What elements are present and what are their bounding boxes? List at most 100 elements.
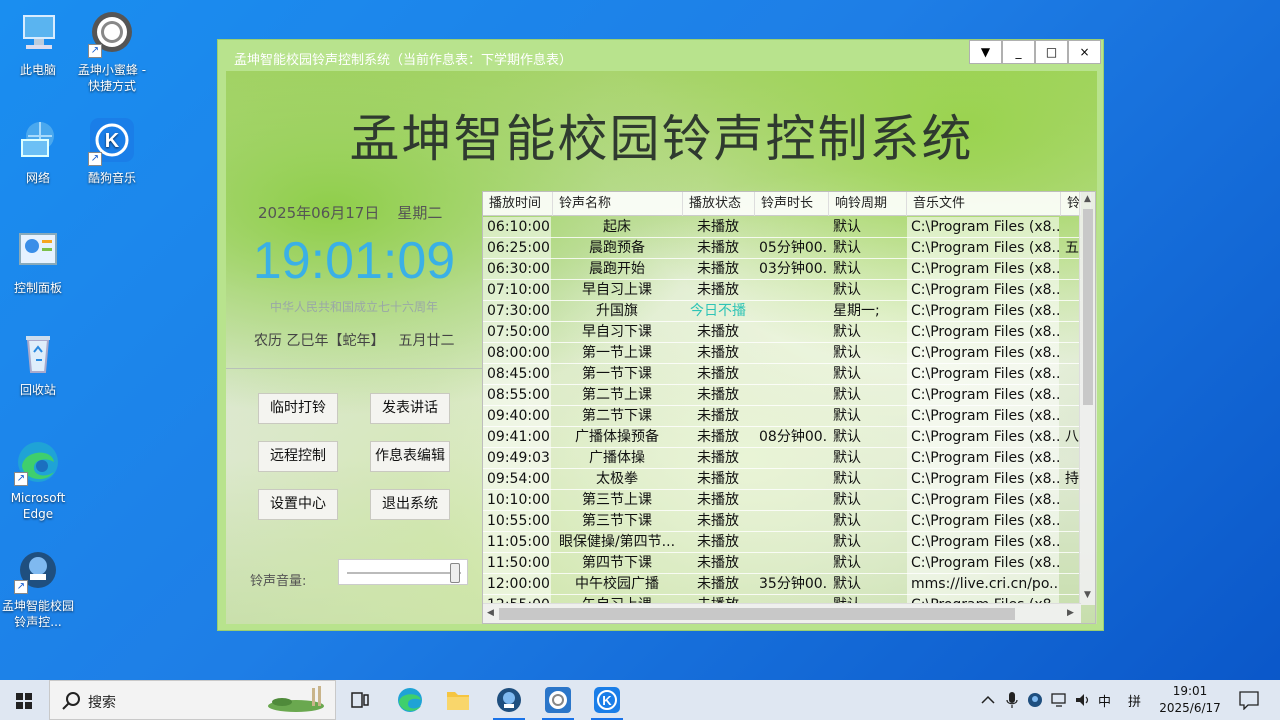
shortcut-arrow-icon: ↗ <box>88 44 102 58</box>
desktop-icon-kugou[interactable]: K ↗ 酷狗音乐 <box>74 118 150 186</box>
maximize-button[interactable]: □ <box>1035 40 1068 64</box>
dropdown-button[interactable]: ▼ <box>969 40 1002 64</box>
speech-button[interactable]: 发表讲话 <box>370 393 450 424</box>
table-row[interactable]: 10:10:00 第三节上课 未播放 默认 C:\Program Files (x8..… <box>483 490 1081 511</box>
cell-time: 07:30:00 <box>483 301 551 322</box>
volume-slider[interactable] <box>338 559 468 585</box>
cell-time: 10:10:00 <box>483 490 551 511</box>
desktop-icon-edge[interactable]: ↗ Microsoft Edge <box>0 438 76 522</box>
cell-extra <box>1061 448 1081 469</box>
scroll-up-arrow-icon[interactable]: ▲ <box>1084 194 1091 204</box>
cell-time: 09:54:00 <box>483 469 551 490</box>
show-hidden-icons-chevron-up-icon[interactable] <box>980 692 996 708</box>
table-row[interactable]: 09:41:00 广播体操预备 未播放 08分钟00... 默认 C:\Program F… <box>483 427 1081 448</box>
desktop-icon-label: 网络 <box>25 171 50 185</box>
cell-status: 未播放 <box>697 408 739 424</box>
cell-duration: 03分钟00... <box>759 261 827 277</box>
start-button[interactable] <box>0 680 48 720</box>
close-button[interactable]: × <box>1068 40 1101 64</box>
scroll-left-arrow-icon[interactable]: ◀ <box>487 608 494 618</box>
table-row[interactable]: 12:55:00午自习上课未播放 默认C:\Program Files (x8..… <box>483 595 1081 603</box>
scroll-right-arrow-icon[interactable]: ▶ <box>1067 608 1074 618</box>
bell-system-tray-icon[interactable] <box>1027 691 1043 709</box>
cell-duration <box>755 406 827 427</box>
microphone-icon[interactable] <box>1004 691 1020 709</box>
cell-duration <box>755 532 827 553</box>
cell-extra <box>1061 364 1081 385</box>
network-status-icon[interactable] <box>1050 692 1068 708</box>
banner-title: 孟坤智能校园铃声控制系统 <box>349 110 974 168</box>
column-header[interactable]: 铃声时长 <box>755 192 829 216</box>
edge-icon: ↗ <box>14 438 62 486</box>
table-row[interactable]: 12:00:00 中午校园广播 未播放 35分钟00... 默认 mms://live.c… <box>483 574 1081 595</box>
taskbar-search[interactable]: 搜索 <box>49 680 336 720</box>
taskbar-kugou[interactable]: K <box>583 680 631 720</box>
schedule-table[interactable]: 播放时间 铃声名称 播放状态 铃声时长 响铃周期 音乐文件铃 06:10:00 起床 未播放默… <box>482 191 1096 624</box>
vertical-scrollbar[interactable]: ▲ ▼ <box>1079 192 1095 605</box>
cell-extra <box>1061 532 1081 553</box>
horizontal-scrollbar[interactable]: ◀ ▶ <box>483 603 1081 623</box>
desktop-icon-control-panel[interactable]: 控制面板 <box>0 228 76 296</box>
table-row[interactable]: 09:40:00 第二节下课 未播放 默认 C:\Program Files (x8..… <box>483 406 1081 427</box>
desktop-icon-bee-shortcut[interactable]: ↗ 孟坤小蜜蜂 - 快捷方式 <box>74 10 150 94</box>
vertical-scroll-thumb[interactable] <box>1083 209 1093 405</box>
taskbar-file-explorer[interactable] <box>434 680 482 720</box>
taskbar-bell-system[interactable] <box>485 680 533 720</box>
desktop-icon-network[interactable]: 网络 <box>0 118 76 186</box>
table-row[interactable]: 06:30:00 晨跑开始 未播放 03分钟00... 默认 C:\Program Fil… <box>483 259 1081 280</box>
column-header[interactable]: 铃声名称 <box>553 192 683 216</box>
table-row[interactable]: 08:00:00 第一节上课 未播放 默认 C:\Program Files (x8..… <box>483 343 1081 364</box>
table-row[interactable]: 07:10:00 早自习上课 未播放 默认 C:\Program Files (x8..… <box>483 280 1081 301</box>
task-view-button[interactable] <box>336 680 384 720</box>
taskbar-bee[interactable] <box>534 680 582 720</box>
table-row[interactable]: 06:10:00 起床 未播放 默认 C:\Program Files (x8... <box>483 217 1081 238</box>
scroll-down-arrow-icon[interactable]: ▼ <box>1084 590 1091 600</box>
remote-control-button[interactable]: 远程控制 <box>258 441 338 472</box>
desktop-icon-bell-system[interactable]: ↗ 孟坤智能校园铃声控... <box>0 546 76 630</box>
schedule-edit-button[interactable]: 作息表编辑 <box>370 441 450 472</box>
column-header[interactable]: 响铃周期 <box>829 192 907 216</box>
cell-file: C:\Program Files (x8... <box>907 280 1059 301</box>
taskbar-clock[interactable]: 19:01 2025/6/17 <box>1150 683 1230 717</box>
taskbar-edge[interactable] <box>386 680 434 720</box>
table-row[interactable]: 11:50:00 第四节下课 未播放 默认 C:\Program Files (x8..… <box>483 553 1081 574</box>
volume-slider-thumb[interactable] <box>450 563 460 583</box>
desktop-icon-this-pc[interactable]: 此电脑 <box>0 10 76 78</box>
cell-time: 10:55:00 <box>483 511 551 532</box>
table-row[interactable]: 07:30:00 升国旗 今日不播 星期一; C:\Program Files (x8.… <box>483 301 1081 322</box>
table-row[interactable]: 07:50:00 早自习下课 未播放 默认 C:\Program Files (x8..… <box>483 322 1081 343</box>
table-row[interactable]: 08:55:00 第二节上课 未播放 默认 C:\Program Files (x8..… <box>483 385 1081 406</box>
window-titlebar[interactable]: 孟坤智能校园铃声控制系统（当前作息表：下学期作息表） ▼ _ □ × <box>218 40 1103 71</box>
table-row[interactable]: 09:49:03 广播体操 未播放 默认 C:\Program Files (x8... <box>483 448 1081 469</box>
network-icon <box>14 118 62 166</box>
cell-file: C:\Program Files (x8... <box>907 448 1059 469</box>
table-row[interactable]: 10:55:00 第三节下课 未播放 默认 C:\Program Files (x8..… <box>483 511 1081 532</box>
column-header[interactable]: 播放时间 <box>483 192 553 216</box>
cell-status: 未播放 <box>697 261 739 277</box>
table-row[interactable]: 09:54:00 太极拳 未播放 默认 C:\Program Files (x8... 持 <box>483 469 1081 490</box>
bell-system-window: 孟坤智能校园铃声控制系统（当前作息表：下学期作息表） ▼ _ □ × 孟坤智能校… <box>217 39 1104 631</box>
cell-cycle: 默认 <box>833 387 861 403</box>
volume-speaker-icon[interactable] <box>1074 692 1092 708</box>
cell-status: 未播放 <box>697 366 739 382</box>
table-row[interactable]: 06:25:00 晨跑预备 未播放 05分钟00... 默认 C:\Program Fil… <box>483 238 1081 259</box>
desktop-icon-label: 回收站 <box>19 383 56 397</box>
table-row[interactable]: 11:05:00 眼保健操/第四节... 未播放 默认 C:\Program Files… <box>483 532 1081 553</box>
cell-cycle: 默认 <box>833 219 861 235</box>
minimize-button[interactable]: _ <box>1002 40 1035 64</box>
exit-button[interactable]: 退出系统 <box>370 489 450 520</box>
desktop-icon-recycle-bin[interactable]: 回收站 <box>0 330 76 398</box>
computer-icon <box>14 10 62 58</box>
ime-mode-indicator[interactable]: 中 <box>1098 691 1111 710</box>
ime-pinyin-indicator[interactable]: 拼 <box>1128 691 1141 710</box>
column-header[interactable]: 音乐文件 <box>907 192 1061 216</box>
notification-center-icon[interactable] <box>1238 690 1260 710</box>
table-row[interactable]: 08:45:00 第一节下课 未播放 默认 C:\Program Files (x8..… <box>483 364 1081 385</box>
horizontal-scroll-thumb[interactable] <box>499 608 1015 620</box>
cell-status: 未播放 <box>697 450 739 466</box>
column-header[interactable]: 播放状态 <box>683 192 755 216</box>
bell-system-icon: ↗ <box>14 546 62 594</box>
settings-button[interactable]: 设置中心 <box>258 489 338 520</box>
cell-cycle: 默认 <box>833 576 861 592</box>
temp-ring-button[interactable]: 临时打铃 <box>258 393 338 424</box>
